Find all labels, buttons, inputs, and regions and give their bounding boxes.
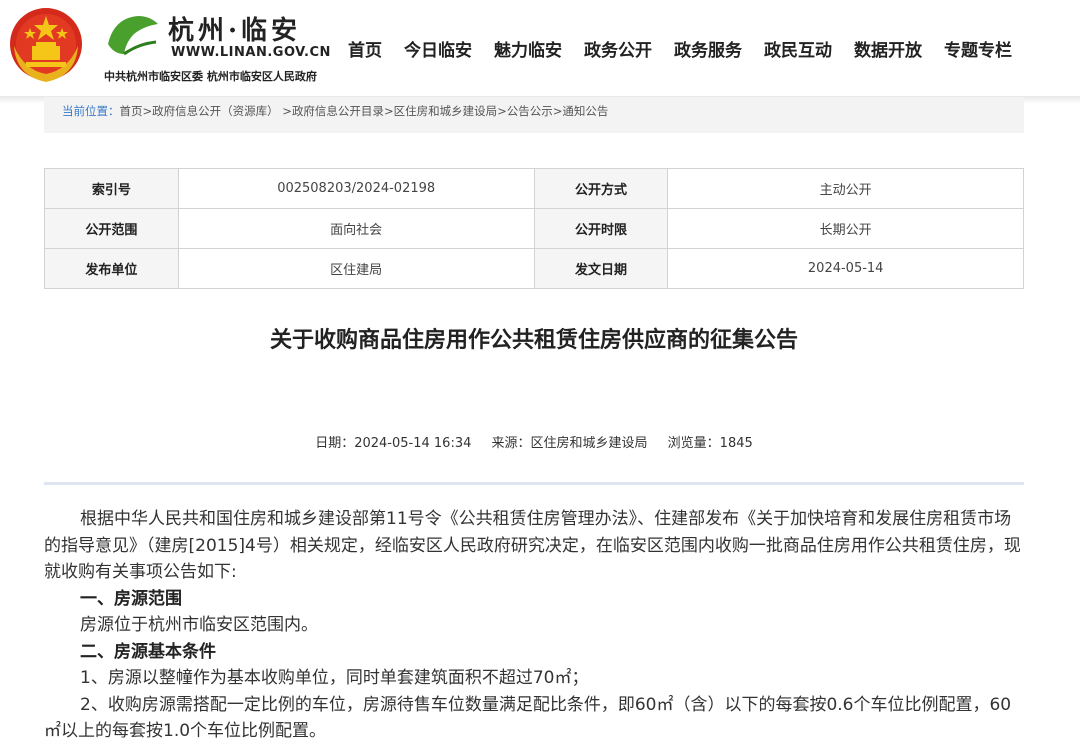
nav-item-interaction[interactable]: 政民互动 [764, 36, 832, 61]
article-paragraph: 2、收购房源需搭配一定比例的车位，房源待售车位数量满足配比条件，即60㎡（含）以… [44, 694, 1012, 742]
article-title: 关于收购商品住房用作公共租赁住房供应商的征集公告 [269, 328, 798, 353]
breadcrumb-item-announcements[interactable]: 公告公示 [507, 104, 553, 118]
info-value: 002508203/2024-02198 [177, 168, 535, 209]
info-value: 区住建局 [177, 248, 535, 289]
section-heading: 一、房源范围 [80, 588, 182, 609]
breadcrumb-item-bureau[interactable]: 区住房和城乡建设局 [394, 104, 498, 118]
national-emblem-icon[interactable] [8, 6, 84, 86]
info-key: 发文日期 [533, 248, 669, 289]
breadcrumb-item-home[interactable]: 首页 [120, 104, 143, 118]
table-row: 索引号 002508203/2024-02198 公开方式 主动公开 [44, 168, 1024, 209]
nav-item-home[interactable]: 首页 [348, 36, 382, 61]
breadcrumb-separator: > [497, 104, 507, 118]
article-meta: 日期：2024-05-14 16:34 来源：区住房和城乡建设局 浏览量：184… [0, 432, 1068, 451]
breadcrumb-item-resource[interactable]: 政府信息公开（资源库） [152, 104, 279, 118]
document-info-table: 索引号 002508203/2024-02198 公开方式 主动公开 公开范围 … [44, 168, 1024, 289]
article-views: 浏览量：1845 [667, 436, 753, 451]
nav-item-gov-open[interactable]: 政务公开 [584, 36, 652, 61]
info-key: 公开范围 [44, 208, 179, 249]
nav-item-gov-service[interactable]: 政务服务 [674, 36, 742, 61]
breadcrumb-separator: > [142, 104, 153, 118]
breadcrumb-item-catalog[interactable]: 政府信息公开目录 [292, 104, 384, 118]
info-key: 索引号 [44, 168, 179, 209]
nav-item-special[interactable]: 专题专栏 [944, 36, 1012, 61]
info-value: 主动公开 [667, 168, 1024, 209]
breadcrumb-label: 当前位置： [62, 104, 120, 118]
article-paragraph: 房源位于杭州市临安区范围内。 [80, 615, 318, 635]
section-heading: 二、房源基本条件 [80, 641, 216, 662]
info-key: 公开时限 [533, 208, 669, 249]
breadcrumb-separator: > [282, 104, 292, 118]
article-intro: 根据中华人民共和国住房和城乡建设部第11号令《公共租赁住房管理办法》、住建部发布… [44, 509, 1021, 582]
site-title[interactable]: 杭州·临安 [168, 10, 301, 47]
breadcrumb-separator: > [552, 104, 563, 118]
info-value: 2024-05-14 [667, 248, 1024, 289]
nav-item-charm[interactable]: 魅力临安 [494, 36, 562, 61]
nav-item-open-data[interactable]: 数据开放 [854, 36, 922, 61]
info-key: 公开方式 [533, 168, 669, 209]
ginkgo-leaf-icon[interactable] [104, 14, 162, 58]
info-key: 发布单位 [44, 248, 179, 289]
article-paragraph: 1、房源以整幢作为基本收购单位，同时单套建筑面积不超过70㎡； [80, 668, 589, 688]
article-date: 日期：2024-05-14 16:34 [315, 436, 472, 451]
breadcrumb-separator: > [383, 104, 394, 118]
divider [44, 482, 1024, 485]
info-value: 长期公开 [667, 208, 1024, 249]
main-nav: 首页 今日临安 魅力临安 政务公开 政务服务 政民互动 数据开放 专题专栏 [348, 36, 1012, 61]
site-header: 杭州·临安 WWW.LINAN.GOV.CN 中共杭州市临安区委 杭州市临安区人… [0, 0, 1080, 96]
article-source: 来源：区住房和城乡建设局 [491, 436, 648, 451]
site-subtitle: 中共杭州市临安区委 杭州市临安区人民政府 [104, 70, 317, 83]
breadcrumb: 当前位置：首页>政府信息公开（资源库） >政府信息公开目录>区住房和城乡建设局>… [44, 97, 1024, 133]
table-row: 发布单位 区住建局 发文日期 2024-05-14 [44, 248, 1024, 289]
site-url[interactable]: WWW.LINAN.GOV.CN [171, 45, 331, 60]
table-row: 公开范围 面向社会 公开时限 长期公开 [44, 208, 1024, 249]
nav-item-today[interactable]: 今日临安 [404, 36, 472, 61]
breadcrumb-item-notices[interactable]: 通知公告 [562, 104, 608, 118]
article-body: 根据中华人民共和国住房和城乡建设部第11号令《公共租赁住房管理办法》、住建部发布… [44, 506, 1026, 745]
info-value: 面向社会 [177, 208, 535, 249]
